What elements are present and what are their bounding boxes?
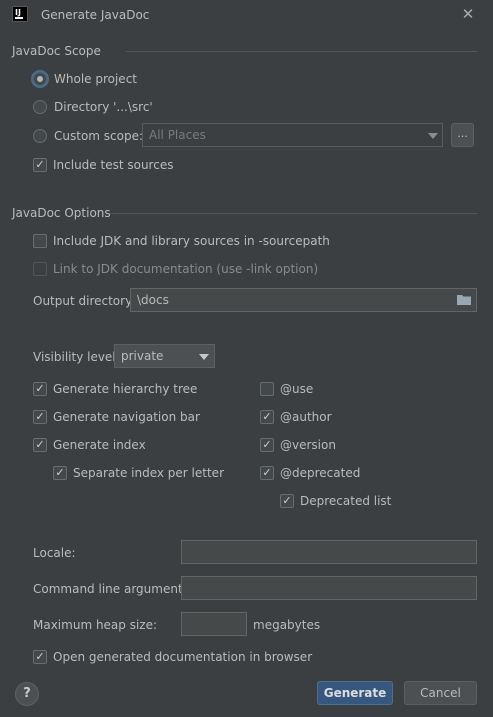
generate-navbar-checkbox[interactable]: ✓ <box>33 410 47 424</box>
generate-hierarchy-label[interactable]: Generate hierarchy tree <box>53 382 197 396</box>
directory-label[interactable]: Directory '...\src' <box>54 100 153 114</box>
output-directory-field[interactable]: \docs <box>130 288 477 312</box>
directory-radio[interactable] <box>33 100 47 114</box>
custom-scope-radio[interactable] <box>33 129 47 143</box>
generate-hierarchy-checkbox[interactable]: ✓ <box>33 382 47 396</box>
options-separator <box>110 213 477 214</box>
custom-scope-value: All Places <box>149 128 206 142</box>
open-in-browser-label[interactable]: Open generated documentation in browser <box>53 650 312 664</box>
browse-scope-button[interactable]: ... <box>451 123 474 147</box>
custom-scope-label[interactable]: Custom scope: <box>54 129 143 143</box>
command-line-arguments-label: Command line arguments: <box>33 582 193 596</box>
close-icon[interactable]: ✕ <box>459 5 477 23</box>
visibility-level-dropdown[interactable]: private <box>114 344 215 368</box>
cancel-button[interactable]: Cancel <box>404 681 477 705</box>
deprecated-tag-label[interactable]: @deprecated <box>280 466 360 480</box>
options-section-title: JavaDoc Options <box>12 206 111 220</box>
whole-project-label[interactable]: Whole project <box>54 72 137 86</box>
link-jdk-checkbox[interactable] <box>33 262 47 276</box>
use-tag-checkbox[interactable] <box>260 382 274 396</box>
deprecated-list-checkbox[interactable]: ✓ <box>280 494 294 508</box>
scope-separator <box>126 51 477 52</box>
include-jdk-checkbox[interactable] <box>33 234 47 248</box>
use-tag-label[interactable]: @use <box>280 382 313 396</box>
generate-index-checkbox[interactable]: ✓ <box>33 438 47 452</box>
locale-label: Locale: <box>33 546 76 560</box>
visibility-level-label: Visibility level: <box>33 350 120 364</box>
include-test-sources-label[interactable]: Include test sources <box>53 158 173 172</box>
include-test-sources-checkbox[interactable]: ✓ <box>33 158 47 172</box>
custom-scope-dropdown[interactable]: All Places <box>142 123 443 147</box>
command-line-arguments-input[interactable] <box>181 576 477 600</box>
version-tag-label[interactable]: @version <box>280 438 336 452</box>
max-heap-size-label: Maximum heap size: <box>33 618 158 632</box>
window-title: Generate JavaDoc <box>41 8 150 22</box>
generate-navbar-label[interactable]: Generate navigation bar <box>53 410 200 424</box>
generate-button[interactable]: Generate <box>317 681 393 705</box>
output-directory-label: Output directory: <box>33 294 136 308</box>
locale-input[interactable] <box>181 540 477 564</box>
whole-project-radio[interactable] <box>33 72 47 86</box>
intellij-app-icon: IJ <box>12 6 28 22</box>
chevron-down-icon <box>199 354 209 360</box>
separate-index-label[interactable]: Separate index per letter <box>73 466 224 480</box>
link-jdk-label[interactable]: Link to JDK documentation (use -link opt… <box>53 262 318 276</box>
deprecated-list-label[interactable]: Deprecated list <box>300 494 391 508</box>
include-jdk-label[interactable]: Include JDK and library sources in -sour… <box>53 234 330 248</box>
open-in-browser-checkbox[interactable]: ✓ <box>33 650 47 664</box>
megabytes-label: megabytes <box>253 618 321 632</box>
separate-index-checkbox[interactable]: ✓ <box>53 466 67 480</box>
help-button[interactable]: ? <box>15 682 39 706</box>
author-tag-checkbox[interactable]: ✓ <box>260 410 274 424</box>
author-tag-label[interactable]: @author <box>280 410 332 424</box>
output-directory-value: \docs <box>137 293 169 307</box>
scope-section-title: JavaDoc Scope <box>12 44 101 58</box>
folder-icon[interactable] <box>457 294 471 305</box>
generate-index-label[interactable]: Generate index <box>53 438 146 452</box>
chevron-down-icon <box>428 133 438 139</box>
deprecated-tag-checkbox[interactable]: ✓ <box>260 466 274 480</box>
visibility-level-value: private <box>121 349 164 363</box>
max-heap-size-input[interactable] <box>181 612 247 636</box>
version-tag-checkbox[interactable]: ✓ <box>260 438 274 452</box>
